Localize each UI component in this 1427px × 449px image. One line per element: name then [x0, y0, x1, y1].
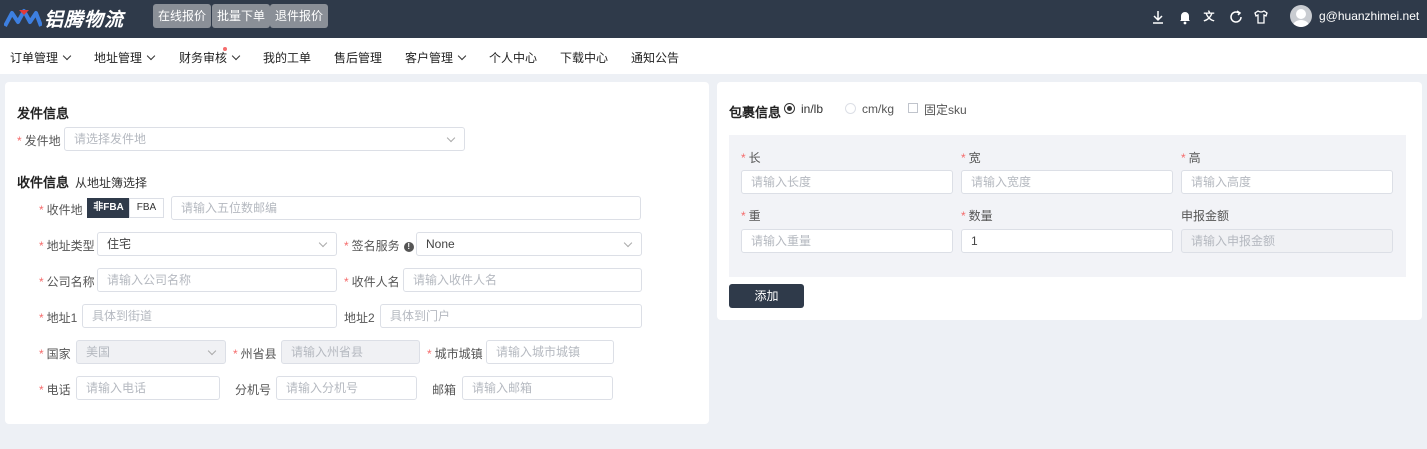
state-label: * 州省县 — [233, 347, 277, 361]
non-fba-toggle[interactable]: 非FBA — [87, 198, 130, 218]
nav-personal-center[interactable]: 个人中心 — [489, 49, 537, 66]
phone-label: * 电话 — [39, 383, 71, 397]
fixed-sku-checkbox[interactable] — [908, 103, 918, 113]
address-book-link[interactable]: 从地址簿选择 — [75, 174, 147, 191]
receiver-title: 收件信息 — [17, 175, 70, 190]
weight-input[interactable]: 请输入重量 — [741, 229, 953, 253]
phone-input[interactable]: 请输入电话 — [76, 376, 220, 400]
company-input[interactable]: 请输入公司名称 — [97, 268, 337, 292]
top-bar: 铝腾物流 在线报价 批量下单 退件报价 文 g@huanzhimei.net — [0, 0, 1427, 38]
package-title: 包裹信息 — [729, 105, 782, 120]
unit-cmkg-radio[interactable] — [845, 103, 856, 114]
length-input[interactable]: 请输入长度 — [741, 170, 953, 194]
nav-order-management[interactable]: 订单管理 — [10, 49, 72, 66]
addr-type-label: * 地址类型 — [39, 239, 95, 253]
addr1-label: * 地址1 — [39, 311, 78, 325]
avatar[interactable] — [1290, 5, 1312, 27]
nav-label: 财务审核 — [179, 51, 228, 65]
main-nav: 订单管理 地址管理 财务审核 我的工单 售后管理 客户管理 个人中心 下载中心 … — [0, 38, 1427, 74]
user-email[interactable]: g@huanzhimei.net — [1319, 9, 1419, 23]
chevron-down-icon — [231, 51, 241, 60]
length-label: * 长 — [741, 151, 761, 165]
bell-icon[interactable] — [1177, 9, 1193, 25]
weight-label: * 重 — [741, 209, 761, 223]
nav-customer-management[interactable]: 客户管理 — [405, 49, 467, 66]
chevron-down-icon — [623, 238, 633, 248]
height-label: * 高 — [1181, 151, 1201, 165]
unit-inlb-radio[interactable] — [784, 103, 795, 114]
nav-label: 客户管理 — [405, 51, 454, 65]
chevron-down-icon — [318, 238, 328, 248]
sender-title: 发件信息 — [17, 106, 70, 121]
chevron-down-icon — [457, 51, 467, 60]
unit-cmkg-label[interactable]: cm/kg — [862, 102, 894, 116]
email-label: 邮箱 — [432, 383, 457, 397]
logo-text: 铝腾物流 — [44, 9, 125, 31]
origin-label: * 发件地 — [17, 134, 61, 148]
addr-type-select[interactable]: 住宅 — [97, 232, 337, 256]
zip-input[interactable]: 请输入五位数邮编 — [171, 196, 641, 220]
download-icon[interactable] — [1150, 9, 1166, 25]
package-item-box — [729, 135, 1406, 277]
declared-label: 申报金额 — [1181, 209, 1230, 223]
width-label: * 宽 — [961, 151, 981, 165]
country-select[interactable]: 美国 — [76, 340, 226, 364]
chevron-down-icon — [207, 346, 217, 356]
state-input[interactable]: 请输入州省县 — [281, 340, 420, 364]
declared-input[interactable]: 请输入申报金额 — [1181, 229, 1393, 253]
addr2-label: 地址2 — [344, 311, 375, 325]
return-quote-button[interactable]: 退件报价 — [270, 4, 329, 28]
notification-dot — [223, 47, 227, 51]
chevron-down-icon — [62, 51, 72, 60]
logo[interactable]: 铝腾物流 — [4, 6, 125, 31]
chevron-down-icon — [446, 133, 456, 143]
signature-label: * 签名服务! — [344, 237, 414, 254]
nav-address-management[interactable]: 地址管理 — [94, 49, 156, 66]
batch-order-button[interactable]: 批量下单 — [212, 4, 271, 28]
country-label: * 国家 — [39, 347, 71, 361]
nav-download-center[interactable]: 下载中心 — [560, 49, 608, 66]
recipient-label: * 收件人名 — [344, 275, 400, 289]
addr2-input[interactable]: 具体到门户 — [380, 304, 642, 328]
addr1-input[interactable]: 具体到街道 — [82, 304, 337, 328]
width-input[interactable]: 请输入宽度 — [961, 170, 1173, 194]
qty-label: * 数量 — [961, 209, 993, 223]
qty-input[interactable]: 1 — [961, 229, 1173, 253]
nav-my-tickets[interactable]: 我的工单 — [263, 49, 311, 66]
info-icon[interactable]: ! — [403, 242, 414, 252]
logo-icon — [4, 9, 42, 27]
email-input[interactable]: 请输入邮箱 — [462, 376, 613, 400]
company-label: * 公司名称 — [39, 275, 95, 289]
ext-label: 分机号 — [235, 383, 272, 397]
ext-input[interactable]: 请输入分机号 — [276, 376, 417, 400]
shirt-icon[interactable] — [1253, 9, 1269, 25]
unit-inlb-label[interactable]: in/lb — [801, 102, 823, 116]
nav-after-sales[interactable]: 售后管理 — [334, 49, 382, 66]
dest-label: * 收件地 — [39, 203, 83, 217]
nav-finance-review[interactable]: 财务审核 — [179, 47, 241, 66]
recipient-input[interactable]: 请输入收件人名 — [403, 268, 642, 292]
refresh-icon[interactable] — [1228, 9, 1244, 25]
add-button[interactable]: 添加 — [729, 284, 804, 308]
translate-icon[interactable]: 文 — [1201, 9, 1217, 25]
nav-announcements[interactable]: 通知公告 — [631, 49, 679, 66]
city-label: * 城市城镇 — [427, 347, 483, 361]
fixed-sku-label[interactable]: 固定sku — [924, 101, 967, 118]
nav-label: 订单管理 — [10, 51, 59, 65]
chevron-down-icon — [146, 51, 156, 60]
city-input[interactable]: 请输入城市城镇 — [486, 340, 614, 364]
height-input[interactable]: 请输入高度 — [1181, 170, 1393, 194]
online-quote-button[interactable]: 在线报价 — [153, 4, 212, 28]
fba-toggle[interactable]: FBA — [129, 198, 164, 218]
nav-label: 地址管理 — [94, 51, 143, 65]
signature-select[interactable]: None — [416, 232, 642, 256]
origin-select[interactable]: 请选择发件地 — [64, 127, 465, 151]
